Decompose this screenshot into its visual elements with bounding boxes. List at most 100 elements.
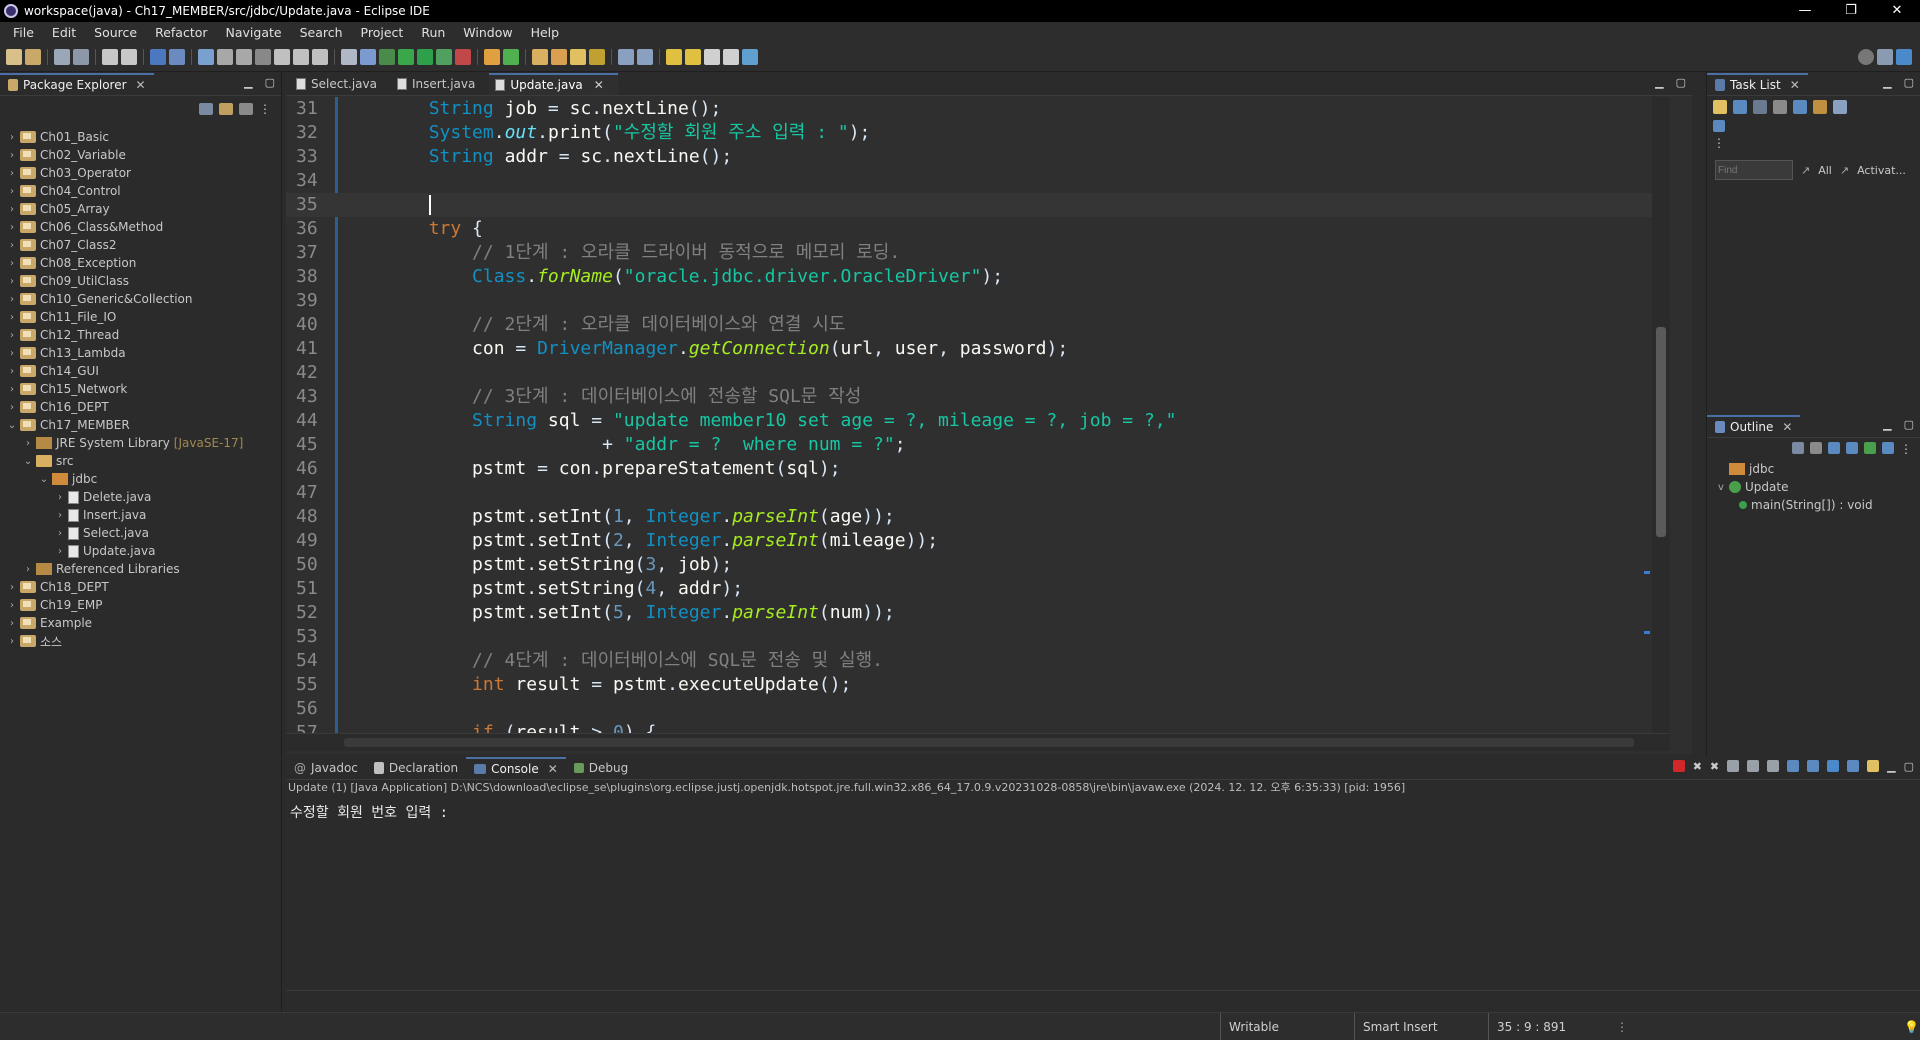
chevron-right-icon[interactable]: ›: [6, 240, 18, 251]
code-line[interactable]: 41 con = DriverManager.getConnection(url…: [286, 337, 1670, 361]
chevron-right-icon[interactable]: ›: [54, 528, 66, 539]
current-code-line[interactable]: 35: [286, 193, 1670, 217]
search-icon[interactable]: [1858, 48, 1874, 65]
new-task-icon[interactable]: [1713, 100, 1727, 114]
new-icon[interactable]: [6, 48, 22, 65]
code-line[interactable]: 47: [286, 481, 1670, 505]
new-class-icon[interactable]: [503, 48, 519, 65]
menu-navigate[interactable]: Navigate: [217, 25, 291, 40]
view-menu-icon[interactable]: ⋮: [259, 102, 271, 116]
scrollbar-thumb[interactable]: [1656, 327, 1666, 537]
chevron-right-icon[interactable]: ›: [22, 438, 34, 449]
filter-completed-icon[interactable]: [1793, 100, 1807, 114]
tree-item[interactable]: › Ch03_Operator: [0, 164, 281, 182]
tree-item[interactable]: › Ch12_Thread: [0, 326, 281, 344]
view-menu-icon[interactable]: ⋮: [1900, 442, 1912, 456]
code-line[interactable]: 53: [286, 625, 1670, 649]
chevron-right-icon[interactable]: ›: [22, 564, 34, 575]
tab-update-java[interactable]: Update.java ✕: [489, 73, 618, 95]
new-java-project-icon[interactable]: [484, 48, 500, 65]
task-activate-link[interactable]: Activat...: [1857, 164, 1906, 177]
tree-item[interactable]: › Delete.java: [0, 488, 281, 506]
chevron-right-icon[interactable]: ›: [6, 222, 18, 233]
chevron-down-icon[interactable]: v: [1715, 482, 1727, 493]
code-line[interactable]: 45 + "addr = ? where num = ?";: [286, 433, 1670, 457]
previous-annotation-icon[interactable]: [637, 48, 653, 65]
minimize-icon[interactable]: ▁: [1883, 76, 1891, 89]
tree-item[interactable]: › Ch11_File_IO: [0, 308, 281, 326]
navigate-back-icon[interactable]: [704, 48, 720, 65]
toggle-mark-occurrences-icon[interactable]: [360, 48, 376, 65]
minimize-icon[interactable]: ▁: [1887, 760, 1895, 773]
focus-workweek-icon[interactable]: [1773, 100, 1787, 114]
editor-vertical-scrollbar[interactable]: [1652, 97, 1670, 733]
code-line[interactable]: 38 Class.forName("oracle.jdbc.driver.Ora…: [286, 265, 1670, 289]
console-vertical-scrollbar[interactable]: [1902, 798, 1920, 990]
close-icon[interactable]: ✕: [548, 762, 558, 776]
code-line[interactable]: 43 // 3단계 : 데이터베이스에 전송할 SQL문 작성: [286, 385, 1670, 409]
link-with-editor-icon[interactable]: [219, 103, 233, 115]
tree-item[interactable]: › Ch16_DEPT: [0, 398, 281, 416]
tree-item[interactable]: › JRE System Library [JavaSE-17]: [0, 434, 281, 452]
chevron-right-icon[interactable]: ›: [6, 402, 18, 413]
tab-debug[interactable]: Debug: [566, 757, 636, 779]
tab-insert-java[interactable]: Insert.java: [391, 73, 489, 95]
hide-static-icon[interactable]: [1846, 442, 1858, 454]
external-tools-icon[interactable]: [455, 48, 471, 65]
chevron-right-icon[interactable]: ›: [6, 258, 18, 269]
tree-item[interactable]: › Ch08_Exception: [0, 254, 281, 272]
chevron-right-icon[interactable]: ›: [6, 618, 18, 629]
scroll-lock-icon[interactable]: [1747, 760, 1760, 772]
terminal-icon[interactable]: [150, 48, 166, 65]
chevron-right-icon[interactable]: ›: [6, 132, 18, 143]
save-icon[interactable]: [54, 48, 70, 65]
code-line[interactable]: 37 // 1단계 : 오라클 드라이버 동적으로 메모리 로딩.: [286, 241, 1670, 265]
code-line[interactable]: 40 // 2단계 : 오라클 데이터베이스와 연결 시도: [286, 313, 1670, 337]
code-line[interactable]: 39: [286, 289, 1670, 313]
tree-item[interactable]: › Ch07_Class2: [0, 236, 281, 254]
code-editor[interactable]: 31 String job = sc.nextLine(); 32 System.…: [286, 97, 1670, 733]
scheduled-icon[interactable]: [1753, 100, 1767, 114]
tree-item[interactable]: › Ch18_DEPT: [0, 578, 281, 596]
hide-local-types-icon[interactable]: [1882, 442, 1894, 454]
outline-item[interactable]: v Update: [1715, 478, 1920, 496]
next-annotation-icon[interactable]: [618, 48, 634, 65]
tab-select-java[interactable]: Select.java: [290, 73, 391, 95]
tree-item[interactable]: ⌄ jdbc: [0, 470, 281, 488]
tree-item[interactable]: › Ch09_UtilClass: [0, 272, 281, 290]
forward-icon[interactable]: [685, 48, 701, 65]
chevron-right-icon[interactable]: ›: [54, 510, 66, 521]
close-icon[interactable]: ✕: [594, 78, 604, 92]
code-line[interactable]: 31 String job = sc.nextLine();: [286, 97, 1670, 121]
tree-item[interactable]: › Ch01_Basic: [0, 128, 281, 146]
java-perspective-icon[interactable]: [1896, 48, 1912, 65]
clear-console-icon[interactable]: [1727, 760, 1740, 772]
tab-task-list[interactable]: Task List ✕: [1707, 73, 1808, 95]
coverage-icon[interactable]: [379, 48, 395, 65]
chevron-down-icon[interactable]: ⌄: [6, 420, 18, 431]
step-over-icon[interactable]: [293, 48, 309, 65]
minimize-icon[interactable]: ▁: [1883, 418, 1891, 431]
tree-item[interactable]: › Ch14_GUI: [0, 362, 281, 380]
disconnect-icon[interactable]: [255, 48, 271, 65]
menu-run[interactable]: Run: [412, 25, 454, 40]
maximize-icon[interactable]: ▢: [265, 76, 275, 89]
annotation-icon[interactable]: [589, 48, 605, 65]
code-line[interactable]: 51 pstmt.setString(4, addr);: [286, 577, 1670, 601]
step-return-icon[interactable]: [312, 48, 328, 65]
open-type-icon[interactable]: [25, 48, 41, 65]
console-horizontal-scrollbar[interactable]: [286, 990, 1920, 1008]
tree-item[interactable]: ⌄ src: [0, 452, 281, 470]
chevron-down-icon[interactable]: ⌄: [22, 456, 34, 467]
close-icon[interactable]: ✕: [136, 78, 146, 92]
code-line[interactable]: 49 pstmt.setInt(2, Integer.parseInt(mile…: [286, 529, 1670, 553]
redo-icon[interactable]: [121, 48, 137, 65]
tree-item[interactable]: › Ch13_Lambda: [0, 344, 281, 362]
tree-item[interactable]: › Ch02_Variable: [0, 146, 281, 164]
display-console-icon[interactable]: [1847, 760, 1860, 772]
chevron-right-icon[interactable]: ›: [6, 600, 18, 611]
close-button[interactable]: ✕: [1874, 0, 1920, 22]
toggle-block-icon[interactable]: [341, 48, 357, 65]
code-line[interactable]: 57 if (result > 0) {: [286, 721, 1670, 733]
close-icon[interactable]: ✕: [1782, 420, 1792, 434]
